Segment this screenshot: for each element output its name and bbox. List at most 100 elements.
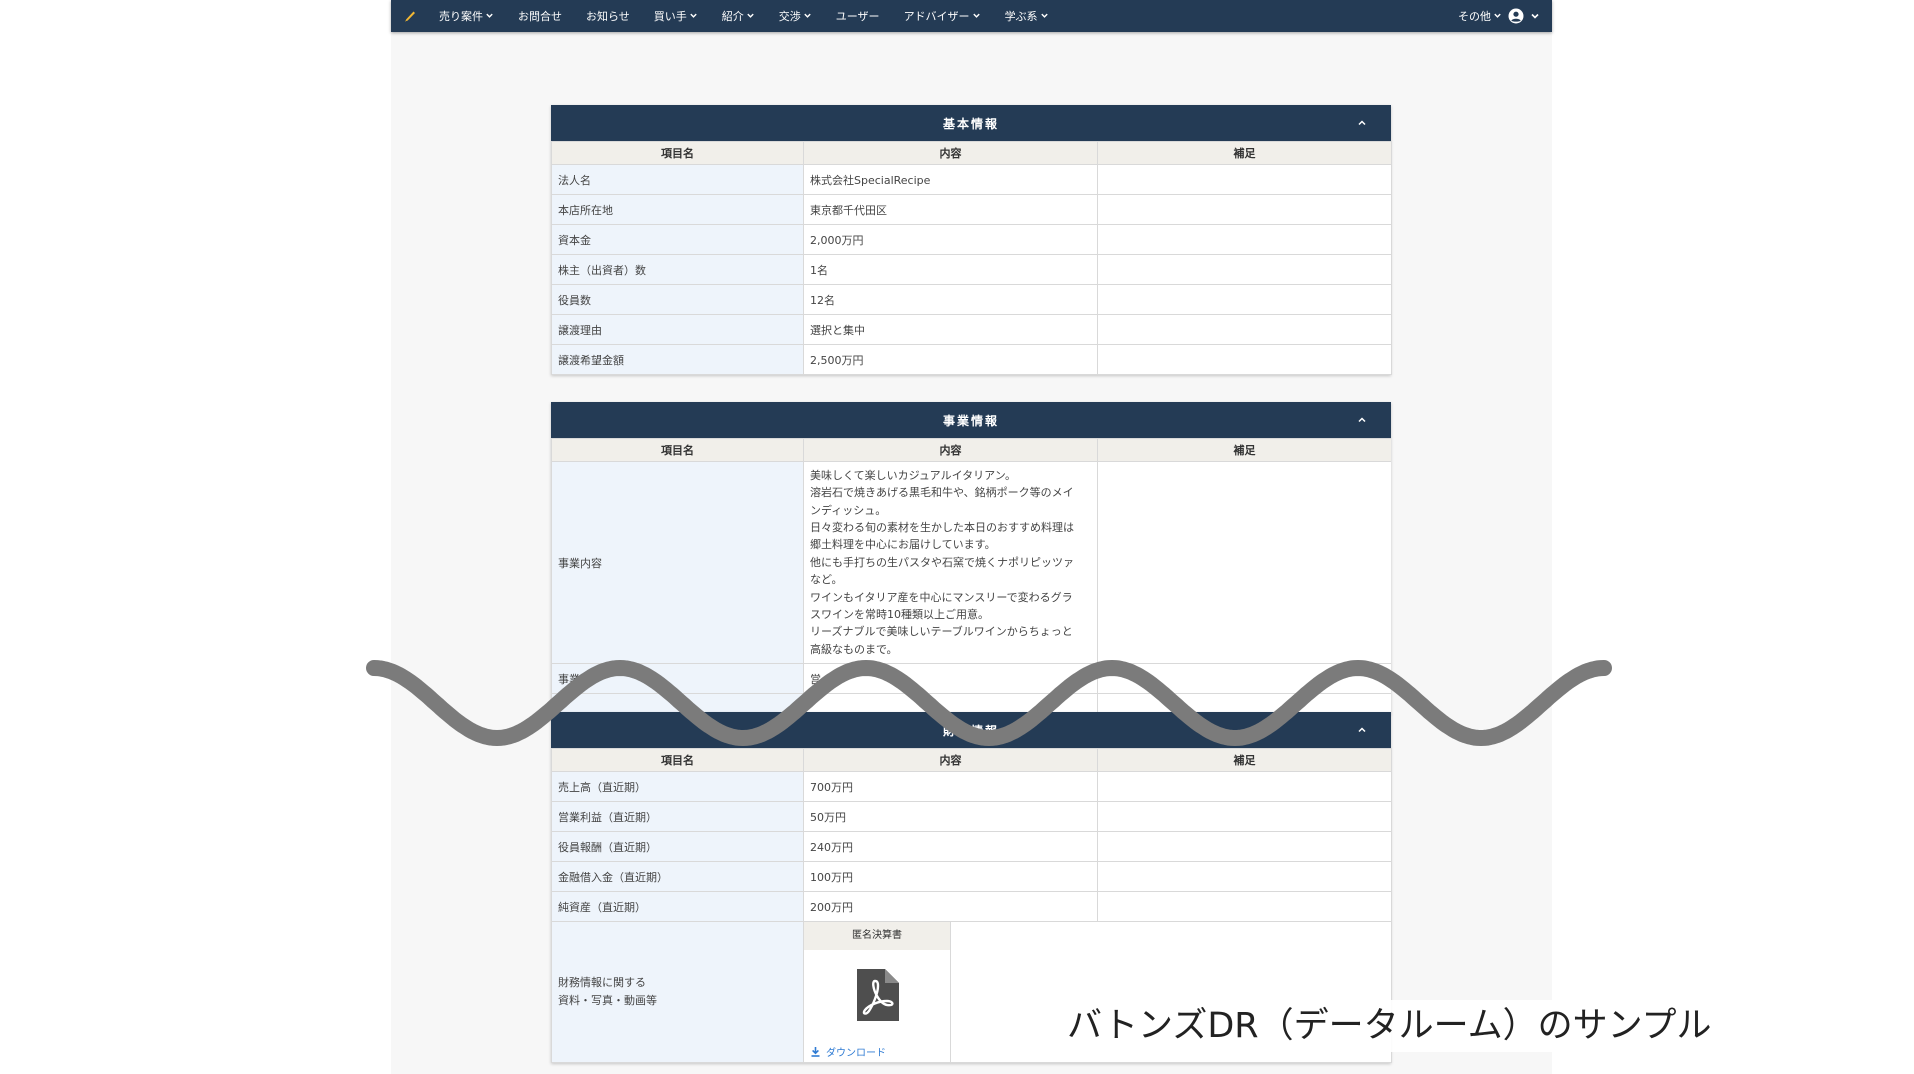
basic-info-header[interactable]: 基本情報 — [551, 105, 1391, 141]
nav-item-label: 買い手 — [653, 10, 687, 23]
nav-item-1[interactable]: お問合せ — [518, 8, 562, 24]
chevron-down-icon — [1493, 10, 1502, 23]
nav-item-8[interactable]: 学ぶ系 — [1005, 8, 1049, 24]
row-note — [1097, 663, 1391, 694]
row-content: 営 — [803, 663, 1098, 694]
row-label — [551, 693, 804, 714]
materials-label-line2: 資料・写真・動画等 — [558, 994, 657, 1007]
column-header-item: 項目名 — [551, 748, 804, 772]
business-info-title: 事業情報 — [942, 413, 999, 428]
financial-info-title: 財務情報 — [942, 723, 999, 738]
user-avatar-icon[interactable] — [1508, 8, 1524, 24]
column-header-note: 補足 — [1097, 141, 1392, 165]
row-note — [1097, 461, 1391, 664]
chevron-down-icon — [689, 10, 698, 23]
column-header-content: 内容 — [803, 141, 1098, 165]
column-header-note: 補足 — [1097, 748, 1392, 772]
chevron-down-icon — [1040, 10, 1049, 23]
pencil-logo-icon[interactable] — [403, 8, 419, 24]
description-line: 美味しくて楽しいカジュアルイタリアン。 — [810, 468, 1017, 482]
nav-item-4[interactable]: 紹介 — [722, 8, 755, 24]
nav-item-label: 交渉 — [778, 10, 801, 23]
nav-item-2[interactable]: お知らせ — [586, 8, 630, 24]
row-content: 100万円 — [803, 861, 1098, 892]
row-note — [1097, 314, 1392, 345]
nav-item-0[interactable]: 売り案件 — [439, 8, 494, 24]
nav-item-label: 売り案件 — [439, 10, 483, 23]
business-info-header[interactable]: 事業情報 — [551, 402, 1391, 438]
row-content: 240万円 — [803, 831, 1098, 862]
basic-info-title: 基本情報 — [942, 116, 999, 131]
row-content — [803, 693, 1098, 714]
user-menu-chevron-down-icon[interactable] — [1530, 11, 1540, 21]
nav-item-7[interactable]: アドバイザー — [904, 8, 981, 24]
row-content: 50万円 — [803, 801, 1098, 832]
row-label: 売上高（直近期） — [551, 771, 804, 802]
row-content: 選択と集中 — [803, 314, 1098, 345]
row-content: 1名 — [803, 254, 1098, 285]
table-row: 資本金 2,000万円 — [551, 224, 1392, 255]
table-header-row: 項目名 内容 補足 — [551, 438, 1391, 462]
row-note — [1097, 194, 1392, 225]
chevron-down-icon — [803, 10, 812, 23]
chevron-up-icon[interactable] — [1355, 413, 1369, 427]
table-row: 本店所在地 東京都千代田区 — [551, 194, 1392, 225]
nav-item-3[interactable]: 買い手 — [654, 8, 698, 24]
row-note — [1097, 891, 1392, 922]
description-line: など。 — [810, 573, 843, 587]
row-content: 2,000万円 — [803, 224, 1098, 255]
table-row: 譲渡理由 選択と集中 — [551, 314, 1392, 345]
description-line: スワインを常時10種類以上ご用意。 — [810, 608, 989, 622]
pdf-file-icon[interactable] — [804, 950, 950, 1040]
row-label: 株主（出資者）数 — [551, 254, 804, 285]
nav-item-label: お問合せ — [518, 10, 562, 23]
nav-item-label: ユーザー — [835, 10, 880, 23]
table-row: 純資産（直近期） 200万円 — [551, 891, 1392, 922]
financial-info-header[interactable]: 財務情報 — [551, 712, 1391, 748]
row-content: 12名 — [803, 284, 1098, 315]
chevron-up-icon[interactable] — [1355, 116, 1369, 130]
description-line: ンディッシュ。 — [810, 503, 887, 517]
column-header-item: 項目名 — [551, 141, 804, 165]
row-label: 法人名 — [551, 164, 804, 195]
row-label: 金融借入金（直近期） — [551, 861, 804, 892]
table-row: 事業 営 — [551, 663, 1391, 694]
download-link[interactable]: ダウンロード — [804, 1040, 950, 1062]
chevron-down-icon — [485, 10, 494, 23]
chevron-up-icon[interactable] — [1355, 723, 1369, 737]
row-note — [1097, 861, 1392, 892]
row-content: 東京都千代田区 — [803, 194, 1098, 225]
table-row: 株主（出資者）数 1名 — [551, 254, 1392, 285]
row-label: 事業 — [551, 663, 804, 694]
table-row: 譲渡希望金額 2,500万円 — [551, 344, 1392, 375]
description-line: ワインもイタリア産を中心にマンスリーで変わるグラ — [810, 590, 1073, 604]
nav-item-label: 学ぶ系 — [1004, 10, 1038, 23]
row-label: 営業利益（直近期） — [551, 801, 804, 832]
row-label: 譲渡希望金額 — [551, 344, 804, 375]
column-header-item: 項目名 — [551, 438, 804, 462]
chevron-down-icon — [746, 10, 755, 23]
row-content: 株式会社SpecialRecipe — [803, 164, 1098, 195]
row-content: 700万円 — [803, 771, 1098, 802]
nav-item-5[interactable]: 交渉 — [779, 8, 812, 24]
row-note — [1097, 344, 1392, 375]
table-row: 金融借入金（直近期） 100万円 — [551, 861, 1392, 892]
column-header-content: 内容 — [803, 748, 1098, 772]
business-info-table: 項目名 内容 補足 事業内容 美味しくて楽しいカジュアルイタリアン。 溶岩石で焼き… — [551, 438, 1391, 714]
table-row: 役員報酬（直近期） 240万円 — [551, 831, 1392, 862]
document-tile: 匿名決算書 ダウンロード — [804, 922, 951, 1062]
row-note — [1097, 771, 1392, 802]
nav-item-6[interactable]: ユーザー — [836, 8, 880, 24]
table-row: 営業利益（直近期） 50万円 — [551, 801, 1392, 832]
table-row: 法人名 株式会社SpecialRecipe — [551, 164, 1392, 195]
nav-item-other[interactable]: その他 — [1458, 8, 1502, 24]
chevron-down-icon — [972, 10, 981, 23]
nav-item-label: お知らせ — [586, 10, 630, 23]
row-note — [1097, 164, 1392, 195]
row-label: 財務情報に関する 資料・写真・動画等 — [551, 921, 804, 1063]
document-title: 匿名決算書 — [804, 922, 950, 950]
row-label: 役員報酬（直近期） — [551, 831, 804, 862]
app-window: 売り案件 お問合せ お知らせ 買い手 紹介 交渉 ユーザー アドバイザー 学ぶ系 その他 基本情… — [391, 0, 1552, 1074]
row-label: 本店所在地 — [551, 194, 804, 225]
business-info-panel: 事業情報 項目名 内容 補足 事業内容 美味しくて楽しいカジュアルイタリアン。溶… — [551, 402, 1391, 714]
